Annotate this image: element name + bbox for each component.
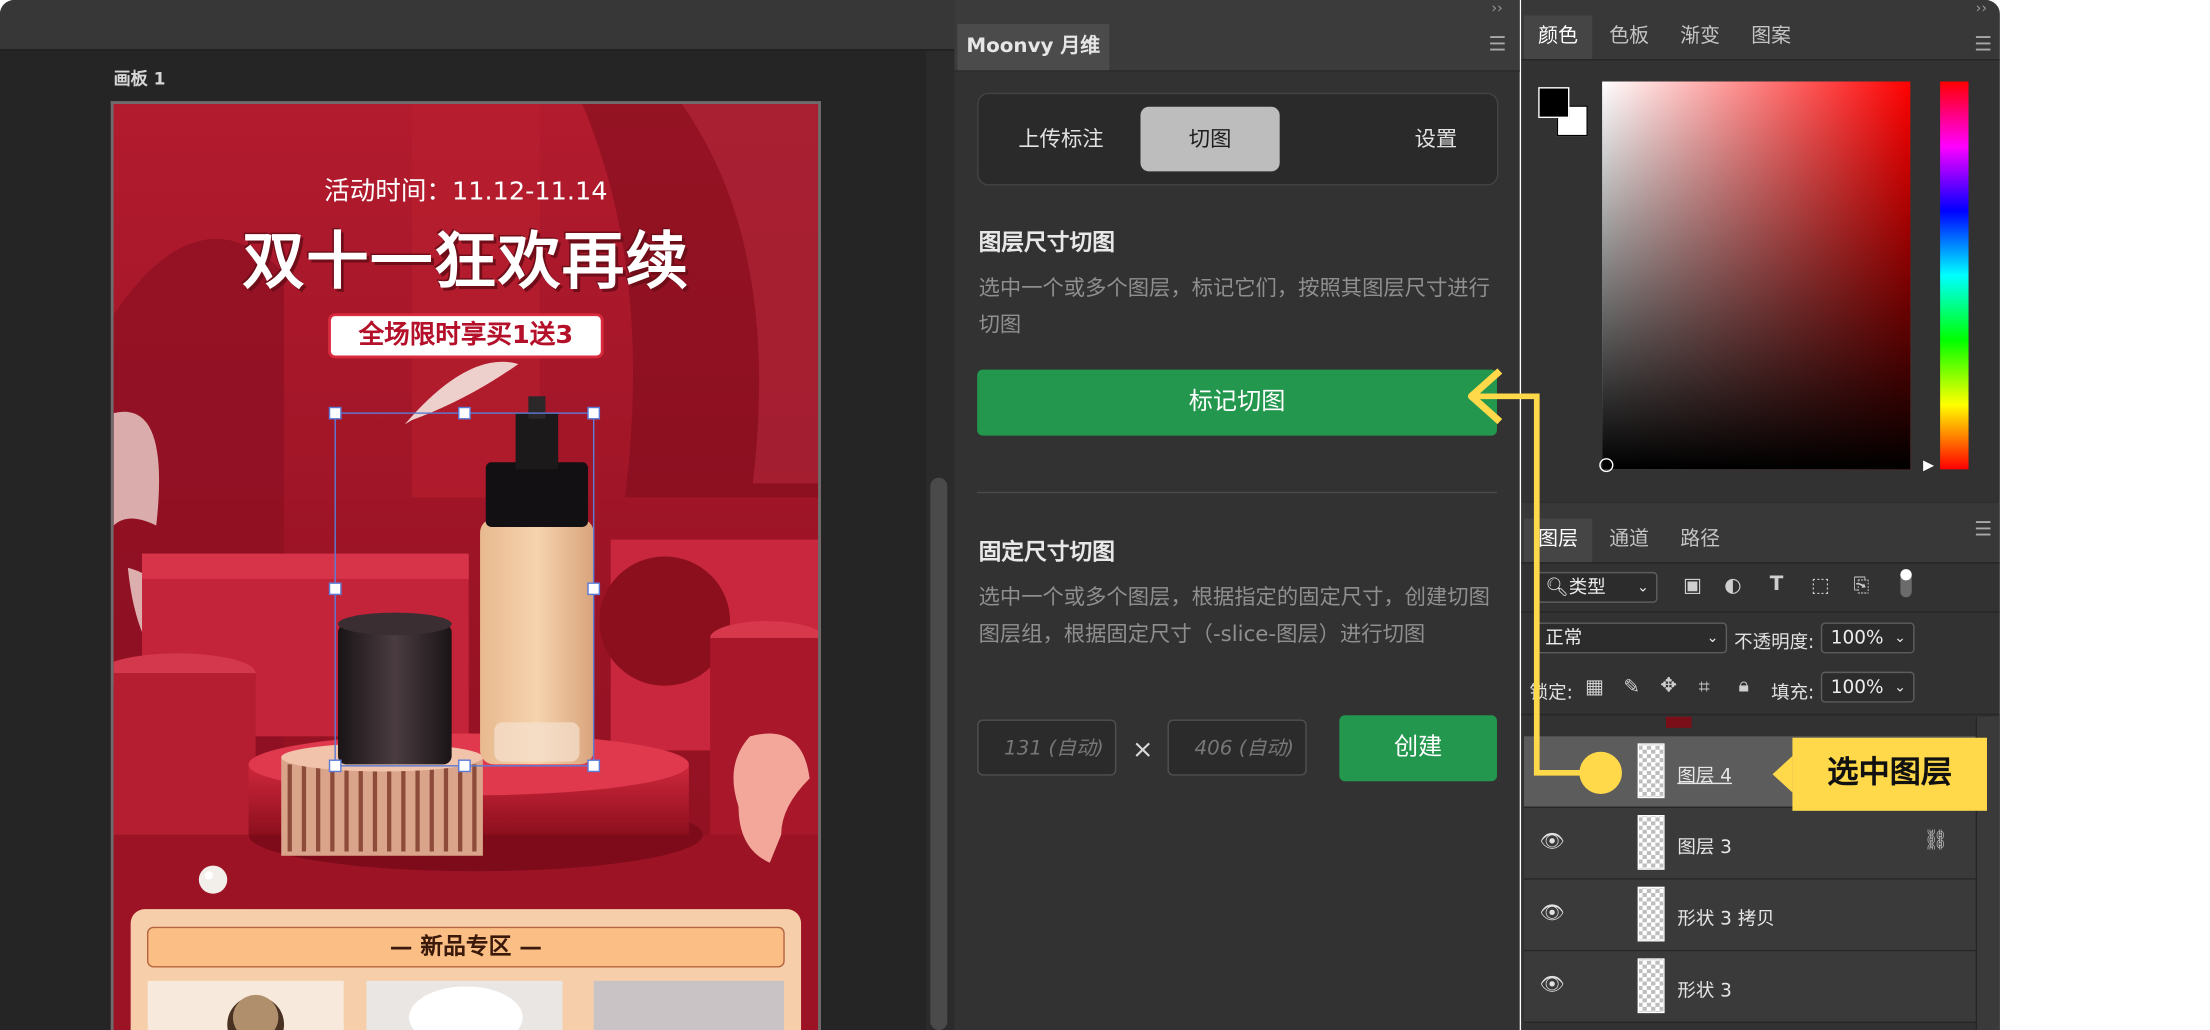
fill-label: 填充: [1771,682,1815,705]
layer-name[interactable]: 形状 3 拷贝 [1677,904,1774,930]
layer-row-shape-3-copy[interactable]: 👁︎ 形状 3 拷贝 [1523,879,1976,952]
tab-paths[interactable]: 路径 [1666,519,1734,563]
moonvy-plugin-panel: ›› Moonvy 月维 ☰ 上传标注 切图 设置 图层尺寸切图 选中一个或多个… [954,0,1520,1030]
create-slice-button[interactable]: 创建 [1339,715,1497,782]
layers-panel-menu-icon[interactable]: ☰ [1974,519,1992,541]
canvas-scroll-thumb[interactable] [930,477,948,1030]
filter-type-layers-icon[interactable]: T [1770,573,1784,595]
layer-name[interactable]: 图层 4 [1677,760,1732,787]
saturation-brightness-field[interactable] [1602,81,1911,470]
dimension-times-symbol: × [1131,734,1154,765]
right-panels: ›› 颜色 色板 渐变 图案 ☰ ▶ 图层 通道 路径 ☰ 🔍︎类型 ⌄ ▣ ◐… [1521,0,2000,1030]
poster-headline: 双十一狂欢再续 [242,226,690,298]
section-divider [977,491,1497,494]
hue-slider[interactable] [1940,81,1969,470]
artboard-label[interactable]: 画板 1 [114,66,166,90]
slice-height-input[interactable]: 406 (自动) [1167,719,1307,776]
fill-value: 100% [1830,677,1884,699]
segment-upload-annotation[interactable]: 上传标注 [998,107,1123,172]
visibility-eye-icon[interactable]: 👁︎ [1540,830,1565,852]
lock-image-pixels-brush-icon[interactable]: ✎ [1623,676,1640,698]
tab-gradients[interactable]: 渐变 [1666,15,1734,59]
layer-row-shape-3[interactable]: 👁︎ 形状 3 [1523,951,1976,1023]
opacity-input[interactable]: 100% ⌄ [1820,622,1915,654]
moonvy-panel-tabbar: ›› Moonvy 月维 ☰ [954,0,1520,72]
filter-toggle-icon[interactable] [1900,569,1912,598]
chevron-down-icon: ⌄ [1894,680,1907,696]
layer-name[interactable]: 图层 3 [1677,832,1732,858]
filter-shape-layers-icon[interactable]: ⬚ [1811,575,1830,597]
segment-settings[interactable]: 设置 [1393,107,1478,172]
foreground-color-swatch[interactable] [1538,87,1570,119]
color-panel-menu-icon[interactable]: ☰ [1974,34,1992,56]
tab-moonvy[interactable]: Moonvy 月维 [957,23,1110,71]
layer-thumbnail [1637,815,1665,870]
layer-thumb-partial [1666,716,1692,728]
color-panel-tabbar: ›› 颜色 色板 渐变 图案 ☰ [1521,0,2000,61]
lock-transparent-pixels-icon[interactable]: ▦ [1585,676,1604,698]
opacity-label: 不透明度: [1734,632,1815,654]
visibility-eye-icon[interactable]: 👁︎ [1540,974,1565,996]
collapse-panels-icon[interactable]: ›› [1976,1,1987,16]
layer-size-slice-title: 图层尺寸切图 [978,229,1115,256]
collapse-panels-icon[interactable]: ›› [1491,1,1502,16]
layer-name[interactable]: 形状 3 [1677,975,1732,1002]
fill-input[interactable]: 100% ⌄ [1820,671,1915,703]
poster-section-title: — 新品专区 — [389,933,542,960]
artboard[interactable]: 活动时间：11.12-11.14 双十一狂欢再续 全场限时享买1送3 — 新品专… [110,101,821,1030]
tab-swatches[interactable]: 色板 [1595,15,1663,59]
document-canvas-area[interactable]: 画板 1 活动时间：11.12-11.14 双十一狂欢再续 全场限时享买1送3 … [0,0,955,1030]
link-icon[interactable]: ⛓ [1923,829,1948,851]
filter-pixel-layers-icon[interactable]: ▣ [1683,575,1702,597]
select-layer-callout: 选中图层 [1792,737,1987,811]
hue-slider-handle-icon[interactable]: ▶ [1923,458,1934,473]
layer-thumbnail [1637,958,1665,1014]
lock-all-icon[interactable]: 🔒︎ [1738,674,1749,696]
chevron-down-icon: ⌄ [1637,580,1649,596]
blend-mode-dropdown[interactable]: 正常 ⌄ [1535,622,1728,654]
annotation-dot [1579,751,1622,794]
tab-channels[interactable]: 通道 [1595,519,1663,563]
layer-filter-dropdown[interactable]: 🔍︎类型 ⌄ [1535,571,1658,603]
filter-adjustment-layers-icon[interactable]: ◐ [1724,575,1741,597]
lock-row-divider [1521,713,2000,716]
slice-width-input[interactable]: 131 (自动) [977,719,1117,776]
poster-activity-time: 活动时间：11.12-11.14 [324,177,608,207]
lock-label: 锁定: [1529,682,1573,705]
lock-artboard-icon[interactable]: ⌗ [1699,676,1710,698]
layers-panel-tabbar: 图层 通道 路径 ☰ [1521,503,2000,564]
layer-size-slice-description: 选中一个或多个图层，标记它们，按照其图层尺寸进行切图 [978,275,1490,338]
lock-position-move-icon[interactable]: ✥ [1660,674,1677,696]
layer-filter-label: 类型 [1568,577,1606,599]
search-icon: 🔍︎ [1545,577,1569,599]
panel-menu-icon[interactable]: ☰ [1488,34,1506,56]
document-tab-bar [0,0,955,51]
visibility-eye-icon[interactable]: 👁︎ [1540,902,1565,924]
mode-segmented-control: 上传标注 切图 设置 [977,92,1499,186]
fixed-size-slice-title: 固定尺寸切图 [978,538,1115,565]
layer-row-3[interactable]: 👁︎ 图层 3 ⛓ [1523,807,1976,880]
poster-promo-badge: 全场限时享买1送3 [328,313,604,359]
callout-pointer [1772,755,1793,793]
layer-thumbnail [1637,743,1665,799]
mark-slice-button[interactable]: 标记切图 [977,369,1497,436]
tab-color[interactable]: 颜色 [1523,15,1593,60]
segment-slice[interactable]: 切图 [1140,106,1280,172]
layer-thumbnail [1637,886,1665,942]
color-picker-marker[interactable] [1599,458,1614,473]
blend-mode-value: 正常 [1545,628,1583,650]
tab-patterns[interactable]: 图案 [1737,15,1805,59]
chevron-down-icon: ⌄ [1706,630,1719,647]
filter-row-divider [1521,611,2000,613]
filter-smart-objects-icon[interactable]: ⎘ [1853,575,1869,597]
fixed-size-slice-description: 选中一个或多个图层，根据指定的固定尺寸，创建切图图层组，根据固定尺寸（-slic… [978,584,1490,647]
chevron-down-icon: ⌄ [1894,630,1907,647]
opacity-value: 100% [1830,628,1884,650]
tab-layers[interactable]: 图层 [1523,518,1593,563]
